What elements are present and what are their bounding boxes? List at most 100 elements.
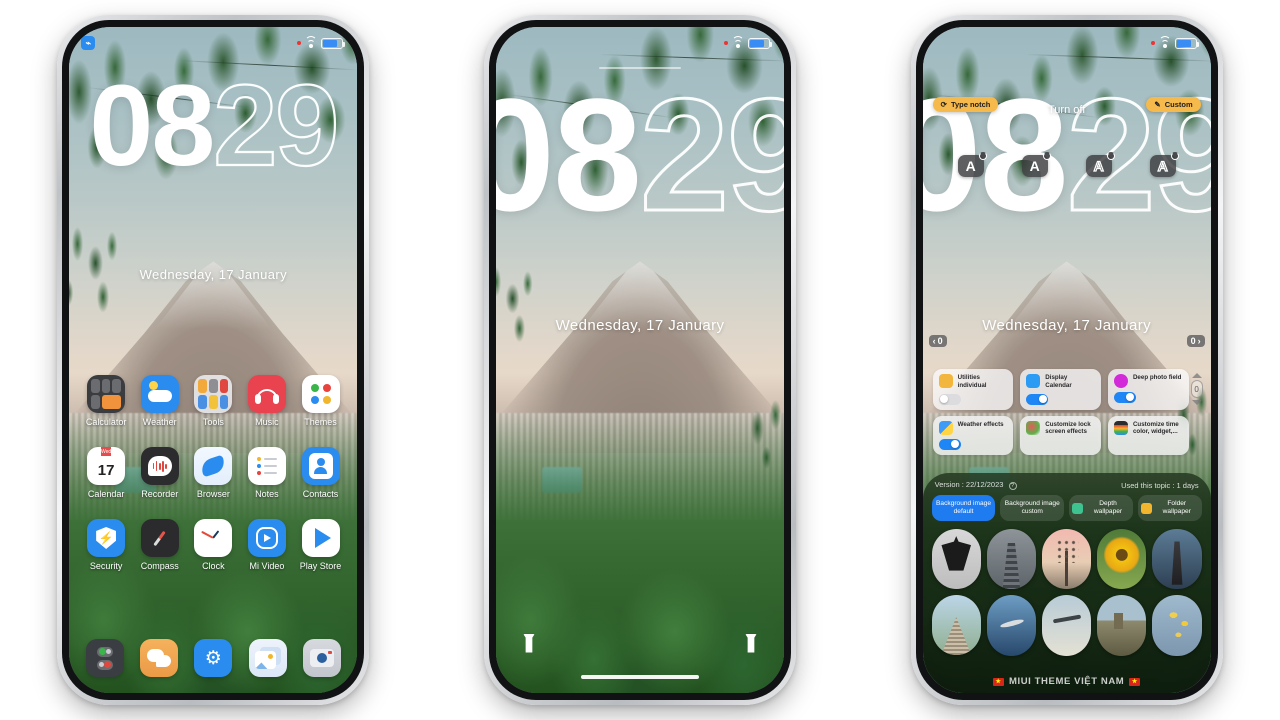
option-label: Weather effects <box>957 420 1004 428</box>
custom-button[interactable]: ✎ Custom <box>1146 97 1201 112</box>
badge-left-value: 0 <box>937 336 943 346</box>
font-handle-3[interactable]: A <box>1085 152 1115 177</box>
wallpaper-thumbnail[interactable] <box>931 529 981 590</box>
wallpaper-thumbnail[interactable] <box>1097 595 1147 656</box>
clock-widget: 08 29 <box>69 67 357 185</box>
home-indicator[interactable] <box>580 675 699 679</box>
stepper-up-icon[interactable] <box>1191 373 1202 378</box>
app-weather[interactable]: Weather <box>133 375 187 427</box>
vietnam-flag-icon: ★ <box>1129 677 1141 686</box>
option-customize-time-color-widget[interactable]: Customize time color, widget,... <box>1107 415 1189 455</box>
badge-left[interactable]: ‹ 0 <box>928 335 947 347</box>
wallpaper-thumbnail[interactable] <box>1152 529 1202 590</box>
wallpaper-thumbnail[interactable] <box>1042 595 1092 656</box>
option-weather-effects[interactable]: Weather effects <box>932 415 1014 455</box>
wallpaper-picker-sheet: Version : 22/12/2023 ? Used this topic :… <box>922 473 1211 693</box>
phone1-screen[interactable]: ⌁ 08 29 Wednesday, 17 January Calculator… <box>69 27 358 693</box>
option-toggle[interactable] <box>1026 393 1049 405</box>
badge-right[interactable]: 0 › <box>1186 335 1205 347</box>
option-customize-lock-screen-effects[interactable]: Customize lock screen effects <box>1020 415 1101 455</box>
camera-shortcut[interactable] <box>742 631 760 655</box>
camera-icon[interactable] <box>303 639 342 677</box>
rotate-handle-icon[interactable] <box>978 152 987 160</box>
calendar-display-icon <box>1026 374 1041 388</box>
folder-icon <box>1140 502 1152 514</box>
wallpaper-thumbnail-grid <box>931 529 1202 656</box>
flashlight-shortcut[interactable] <box>520 631 538 655</box>
clock-hours: 08 <box>496 65 642 244</box>
app-contacts[interactable]: Contacts <box>294 447 348 499</box>
app-calculator[interactable]: Calculator <box>79 375 133 427</box>
app-notes[interactable]: Notes <box>240 447 294 499</box>
wallpaper-thumbnail[interactable] <box>931 595 981 656</box>
calendar-weekday: Wed <box>101 447 112 456</box>
messages-icon[interactable] <box>139 639 178 677</box>
app-themes[interactable]: Themes <box>294 375 348 427</box>
wallpaper-thumbnail[interactable] <box>986 595 1037 656</box>
app-tools-folder[interactable]: Tools <box>187 375 241 427</box>
font-handle-4[interactable]: A <box>1149 152 1179 177</box>
option-toggle[interactable] <box>938 393 961 405</box>
clock-date: Wednesday, 17 January <box>555 317 725 334</box>
option-toggle[interactable] <box>938 438 961 450</box>
chevron-left-icon: ‹ <box>932 336 936 346</box>
app-clock[interactable]: Clock <box>187 519 241 571</box>
gallery-icon[interactable] <box>248 639 287 677</box>
help-icon[interactable]: ? <box>1008 482 1017 490</box>
watermark-text: MIUI THEME VIỆT NAM <box>1008 676 1125 687</box>
wallpaper-thumbnail[interactable] <box>1152 595 1202 656</box>
phone-bezel: ⌁ 08 29 Wednesday, 17 January Calculator… <box>62 20 365 700</box>
mi-video-icon <box>247 519 286 557</box>
version-label: Version : 22/12/2023 <box>934 480 1004 489</box>
app-music[interactable]: Music <box>240 375 294 427</box>
chip-background-image-default[interactable]: Background image default <box>931 495 996 522</box>
rotate-handle-icon[interactable] <box>1170 152 1179 160</box>
chip-folder-wallpaper[interactable]: Folder wallpaper <box>1137 495 1202 522</box>
option-display-calendar[interactable]: Display Calendar <box>1020 369 1101 410</box>
wallpaper-source-chips: Background image default Background imag… <box>931 495 1202 522</box>
weather-icon <box>140 375 179 413</box>
security-icon: ⚡ <box>87 519 126 557</box>
phone3-screen[interactable]: ⟳ Type notch Turn off ✎ Custom 08 29 Wed… <box>922 27 1211 693</box>
app-compass[interactable]: Compass <box>133 519 187 571</box>
app-label: Calculator <box>85 417 127 427</box>
wallpaper-thumbnail[interactable] <box>1042 529 1092 590</box>
app-label: Clock <box>202 561 225 571</box>
app-label: Compass <box>140 561 179 571</box>
app-play-store[interactable]: Play Store <box>294 519 348 571</box>
wallpaper-thumbnail[interactable] <box>986 529 1037 590</box>
notification-dot-icon <box>723 41 728 45</box>
app-security[interactable]: ⚡ Security <box>79 519 133 571</box>
font-handle-1[interactable]: A <box>957 152 987 177</box>
phone-icon[interactable] <box>85 639 124 677</box>
rotate-handle-icon[interactable] <box>1042 152 1051 160</box>
stepper-down-icon[interactable] <box>1191 400 1202 405</box>
phone2-screen[interactable]: 08 29 Wednesday, 17 January <box>495 27 784 693</box>
app-mi-video[interactable]: Mi Video <box>240 519 294 571</box>
dock: ⚙ <box>77 639 349 677</box>
app-label: Security <box>89 561 123 571</box>
option-utilities-individual[interactable]: Utilities individual <box>932 369 1014 410</box>
font-handle-2[interactable]: A <box>1021 152 1051 177</box>
chip-label: Background image custom <box>1004 500 1060 516</box>
app-label: Contacts <box>302 489 339 499</box>
app-browser[interactable]: Browser <box>187 447 241 499</box>
notification-dot-icon <box>1150 41 1155 45</box>
settings-gear-icon[interactable]: ⚙ <box>194 639 233 677</box>
version-info: Version : 22/12/2023 ? <box>935 480 1017 490</box>
battery-icon <box>321 37 346 49</box>
chip-background-image-custom[interactable]: Background image custom <box>1000 495 1065 522</box>
option-label: Customize lock screen effects <box>1045 420 1091 436</box>
clock-minutes: 29 <box>638 65 783 244</box>
size-stepper[interactable]: 0 <box>1190 373 1203 405</box>
rotate-handle-icon[interactable] <box>1106 152 1115 160</box>
app-calendar[interactable]: Wed 17 Calendar <box>79 447 133 499</box>
option-deep-photo-field[interactable]: Deep photo field <box>1107 369 1189 410</box>
wifi-icon <box>731 36 744 48</box>
chip-depth-wallpaper[interactable]: Depth wallpaper <box>1069 495 1133 522</box>
stepper-value: 0 <box>1190 380 1203 398</box>
wallpaper-thumbnail[interactable] <box>1097 529 1147 590</box>
app-recorder[interactable]: Recorder <box>133 447 187 499</box>
option-toggle[interactable] <box>1113 392 1136 403</box>
phone-lock-screen: 08 29 Wednesday, 17 January <box>483 15 796 705</box>
